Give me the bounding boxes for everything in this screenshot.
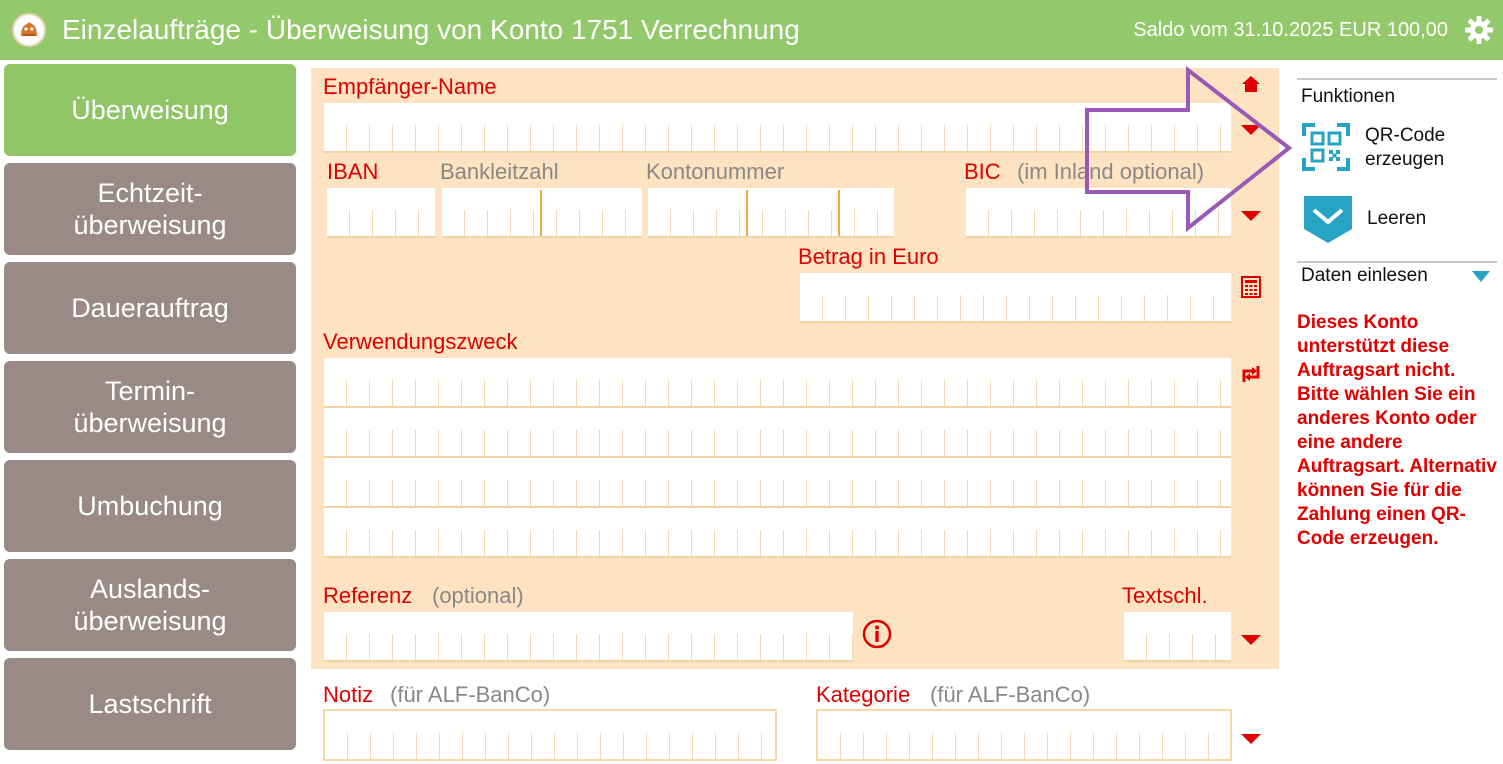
purpose-label: Verwendungszweck (323, 329, 518, 354)
category-hint: (für ALF-BanCo) (930, 682, 1091, 707)
clear-button[interactable]: Leeren (1301, 193, 1426, 245)
nav-auslandsueberweisung[interactable]: Auslands- überweisung (4, 559, 296, 651)
purpose-line-4[interactable] (324, 508, 1231, 558)
clear-envelope-icon (1301, 193, 1355, 245)
import-data-label: Daten einlesen (1301, 265, 1428, 286)
functions-title: Funktionen (1301, 86, 1396, 107)
functions-mid-divider (1297, 261, 1497, 263)
category-label: Kategorie (816, 682, 911, 707)
window-title: Einzelaufträge - Überweisung von Konto 1… (62, 14, 800, 45)
nav-lastschrift[interactable]: Lastschrift (4, 658, 296, 750)
iban-field[interactable] (327, 188, 435, 238)
info-icon[interactable] (862, 619, 892, 654)
note-label: Notiz (323, 682, 374, 707)
nav-dauerauftrag[interactable]: Dauerauftrag (4, 262, 296, 354)
nav-terminueberweisung[interactable]: Termin- überweisung (4, 361, 296, 453)
account-separator-2 (838, 190, 840, 236)
note-field[interactable] (323, 709, 777, 761)
clear-label: Leeren (1367, 208, 1427, 229)
import-data-dropdown[interactable]: Daten einlesen (1301, 264, 1493, 288)
text-key-field[interactable] (1124, 612, 1231, 662)
note-hint: (für ALF-BanCo) (390, 682, 551, 707)
nav-ueberweisung[interactable]: Überweisung (4, 64, 296, 156)
text-key-dropdown-icon[interactable] (1241, 635, 1261, 645)
unsupported-account-warning: Dieses Konto unterstützt diese Auftragsa… (1297, 312, 1497, 549)
blz-separator (540, 190, 542, 236)
category-dropdown-icon[interactable] (1241, 734, 1261, 744)
iban-label: IBAN (327, 159, 379, 184)
swap-icon[interactable] (1239, 362, 1263, 391)
functions-top-divider (1297, 78, 1497, 80)
sparkasse-logo-icon (12, 13, 46, 47)
purpose-line-2[interactable] (324, 408, 1231, 458)
amount-field[interactable] (800, 273, 1231, 323)
recipient-name-label: Empfänger-Name (323, 74, 497, 99)
balance-text: Saldo vom 31.10.2025 EUR 100,00 (1133, 19, 1448, 41)
account-number-label: Kontonummer (646, 159, 785, 184)
calculator-icon[interactable] (1241, 276, 1261, 303)
qr-code-icon (1301, 122, 1353, 174)
bic-label: BIC (964, 159, 1001, 184)
chevron-down-icon (1472, 270, 1490, 282)
qr-code-button[interactable]: QR-Code erzeugen (1301, 122, 1445, 174)
title-bar: Einzelaufträge - Überweisung von Konto 1… (0, 0, 1503, 60)
account-separator-1 (746, 190, 748, 236)
blz-field[interactable] (442, 188, 642, 238)
reference-label: Referenz (323, 583, 413, 608)
gear-icon[interactable] (1463, 14, 1495, 46)
reference-field[interactable] (324, 612, 853, 662)
qr-code-label: QR-Code erzeugen (1365, 125, 1446, 170)
text-key-label: Textschl. (1122, 583, 1208, 608)
amount-label: Betrag in Euro (798, 244, 939, 269)
account-number-field[interactable] (648, 188, 894, 238)
annotation-arrow-icon (1085, 66, 1293, 233)
blz-label: Bankleitzahl (440, 159, 559, 184)
purpose-line-3[interactable] (324, 458, 1231, 508)
reference-hint: (optional) (432, 583, 524, 608)
purpose-line-1[interactable] (324, 358, 1231, 408)
category-field[interactable] (816, 709, 1232, 761)
nav-umbuchung[interactable]: Umbuchung (4, 460, 296, 552)
nav-echtzeitueberweisung[interactable]: Echtzeit- überweisung (4, 163, 296, 255)
